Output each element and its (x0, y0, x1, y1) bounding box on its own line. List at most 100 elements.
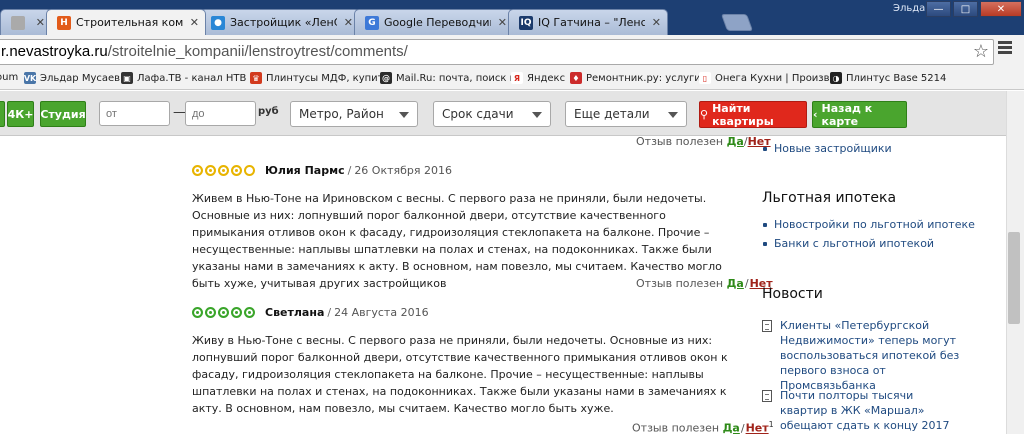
news-item[interactable]: Клиенты «Петербургской Недвижимости» теп… (762, 318, 962, 393)
price-to-input[interactable] (185, 101, 256, 126)
tab-label: Google Переводчик (384, 16, 491, 29)
back-to-map-button[interactable]: ‹ Назад к карте (812, 101, 907, 128)
bookmark-label: Плинтус Base 5214 (846, 72, 947, 84)
close-window-button[interactable]: ✕ (980, 1, 1022, 17)
sidebar-link-mortgage-banks[interactable]: Банки с льготной ипотекой (762, 235, 977, 253)
room-filter-button-partial[interactable] (0, 101, 5, 127)
chevron-down-icon (399, 112, 409, 118)
sidebar-mortgage-section: Льготная ипотека Новостройки по льготной… (762, 190, 977, 253)
novostroyka-icon: Н (57, 15, 71, 30)
document-icon (762, 390, 772, 402)
bookmark-favicon-icon: ▯ (699, 72, 711, 84)
window-controls: — □ ✕ (926, 1, 1022, 17)
review-date: 26 Октября 2016 (354, 163, 453, 177)
bookmark-item[interactable]: oum (0, 72, 18, 83)
window-titlebar: ы — L✕ Н Строительная компания «Л ✕ ● Застрой… (0, 0, 1024, 35)
maximize-button[interactable]: □ (953, 1, 978, 17)
rating-stars (192, 164, 255, 176)
mortgage-title: Льготная ипотека (762, 190, 897, 206)
bookmark-item[interactable]: ◑ Плинтус Base 5214 (830, 72, 946, 84)
review-separator: / (347, 163, 352, 177)
news-item-text: Почти полторы тысячи квартир в ЖК «Марша… (780, 389, 950, 432)
review-card: Юлия Пармс / 26 Октября 2016 Живем в Нью… (192, 162, 752, 292)
browser-tab[interactable]: ы — L✕ (0, 9, 52, 35)
bookmarks-bar: oum VKЭльдар Мусаев▣ Лафа.ТВ - канал НТВ о… (0, 68, 1024, 90)
currency-label: руб (258, 106, 279, 117)
minimize-button[interactable]: — (926, 1, 951, 17)
tab-close-icon[interactable]: ✕ (652, 16, 661, 29)
useful-label: Отзыв полезен (636, 277, 724, 290)
star-filled-icon (231, 164, 242, 176)
scrollbar-thumb[interactable] (1008, 232, 1020, 324)
bookmark-item[interactable]: ♦ Ремонтник.ру: услуги (570, 72, 701, 84)
useful-yes-link[interactable]: Да (727, 277, 744, 290)
browser-tab[interactable]: IQ IQ Гатчина – "Ленстройтре ✕ (508, 9, 668, 35)
sidebar-link-mortgage-buildings[interactable]: Новостройки по льготной ипотеке (762, 216, 977, 234)
news-item[interactable]: Почти полторы тысячи квартир в ЖК «Марша… (762, 388, 962, 434)
more-details-label: Еще детали (574, 107, 650, 121)
bookmark-label: Лафа.ТВ - канал НТВ о (137, 72, 256, 84)
search-icon: ⚲ (700, 108, 709, 121)
generic-tab-icon (11, 15, 25, 30)
previous-review-useful: Отзыв полезен Да/Нет (636, 135, 771, 148)
price-from-input[interactable] (99, 101, 170, 126)
bookmark-label: oum (0, 72, 19, 83)
new-tab-button[interactable] (720, 14, 754, 31)
browser-menu-icon[interactable] (998, 41, 1012, 56)
review-useful: Отзыв полезен Да/Нет1 (632, 420, 774, 434)
bookmark-item[interactable]: @ Mail.Ru: почта, поиск в (380, 72, 516, 84)
more-details-select[interactable]: Еще детали (565, 101, 687, 127)
url-host: r.nevastroyka.ru (1, 43, 108, 60)
review-header: Юлия Пармс / 26 Октября 2016 (192, 162, 752, 178)
bookmark-item[interactable]: ▣ Лафа.ТВ - канал НТВ о (121, 72, 256, 84)
bookmark-item[interactable]: VK Эльдар Мусаев (24, 72, 120, 84)
deadline-select-label: Срок сдачи (442, 107, 514, 121)
bookmark-label: Плинтусы МДФ, купить (266, 72, 390, 84)
bookmark-item[interactable]: ♛ Плинтусы МДФ, купить (250, 72, 389, 84)
chevron-down-icon (532, 112, 542, 118)
star-filled-icon (205, 164, 216, 176)
star-filled-icon (244, 306, 255, 318)
tab-label: Строительная компания «Л (76, 16, 183, 29)
find-apartments-button[interactable]: ⚲ Найти квартиры (699, 101, 807, 128)
back-to-map-label: Назад к карте (821, 101, 873, 128)
bookmark-item[interactable]: ▯ Онега Кухни | Произво (699, 72, 836, 84)
review-author: Светлана (265, 305, 325, 319)
bookmark-favicon-icon: ♦ (570, 72, 582, 84)
browser-tab[interactable]: ● Застройщик «ЛенСтройТре ✕ (200, 9, 360, 35)
bookmark-favicon-icon: VK (23, 72, 37, 84)
url-text[interactable]: r.nevastroyka.ru/stroitelnie_kompanii/le… (1, 43, 408, 60)
chevron-down-icon (668, 112, 678, 118)
room-4k-button[interactable]: 4К+ (7, 101, 34, 127)
browser-tab[interactable]: G Google Переводчик ✕ (354, 9, 514, 35)
tab-close-icon[interactable]: ✕ (498, 16, 507, 29)
address-bar[interactable]: r.nevastroyka.ru/stroitelnie_kompanii/le… (0, 39, 994, 65)
bookmark-label: Эльдар Мусаев (40, 72, 121, 84)
useful-label: Отзыв полезен (636, 135, 724, 148)
document-icon (762, 320, 772, 332)
bookmark-favicon-icon: ▣ (121, 72, 133, 84)
useful-yes-link[interactable]: Да (723, 422, 740, 434)
find-apartments-label: Найти квартиры (712, 101, 774, 128)
useful-separator: / (744, 277, 749, 290)
metro-select[interactable]: Метро, Район (290, 101, 418, 127)
review-date: 24 Августа 2016 (334, 305, 429, 319)
sidebar-link-new-developers[interactable]: Новые застройщики (762, 140, 977, 158)
sidebar-news-section: Новости (762, 286, 977, 302)
browser-toolbar: r.nevastroyka.ru/stroitelnie_kompanii/le… (0, 35, 1024, 68)
bookmark-label: Онега Кухни | Произво (715, 72, 836, 84)
review-useful: Отзыв полезен Да/Нет (636, 277, 773, 290)
browser-tab[interactable]: Н Строительная компания «Л ✕ (46, 9, 206, 35)
bookmark-item[interactable]: Я Яндекс (511, 72, 565, 84)
tab-close-icon[interactable]: ✕ (190, 16, 199, 29)
map-pin-icon: ● (211, 15, 225, 30)
studio-button[interactable]: Студия (40, 101, 86, 127)
review-text: Живу в Нью-Тоне с весны. С первого раза … (192, 334, 728, 415)
useful-yes-link[interactable]: Да (727, 135, 744, 148)
star-filled-icon (192, 306, 203, 318)
review-card: Светлана / 24 Августа 2016 Живу в Нью-То… (192, 304, 752, 417)
tab-close-icon[interactable]: ✕ (36, 16, 45, 29)
bookmark-star-icon[interactable]: ☆ (973, 41, 989, 62)
deadline-select[interactable]: Срок сдачи (433, 101, 551, 127)
tab-close-icon[interactable]: ✕ (344, 16, 353, 29)
